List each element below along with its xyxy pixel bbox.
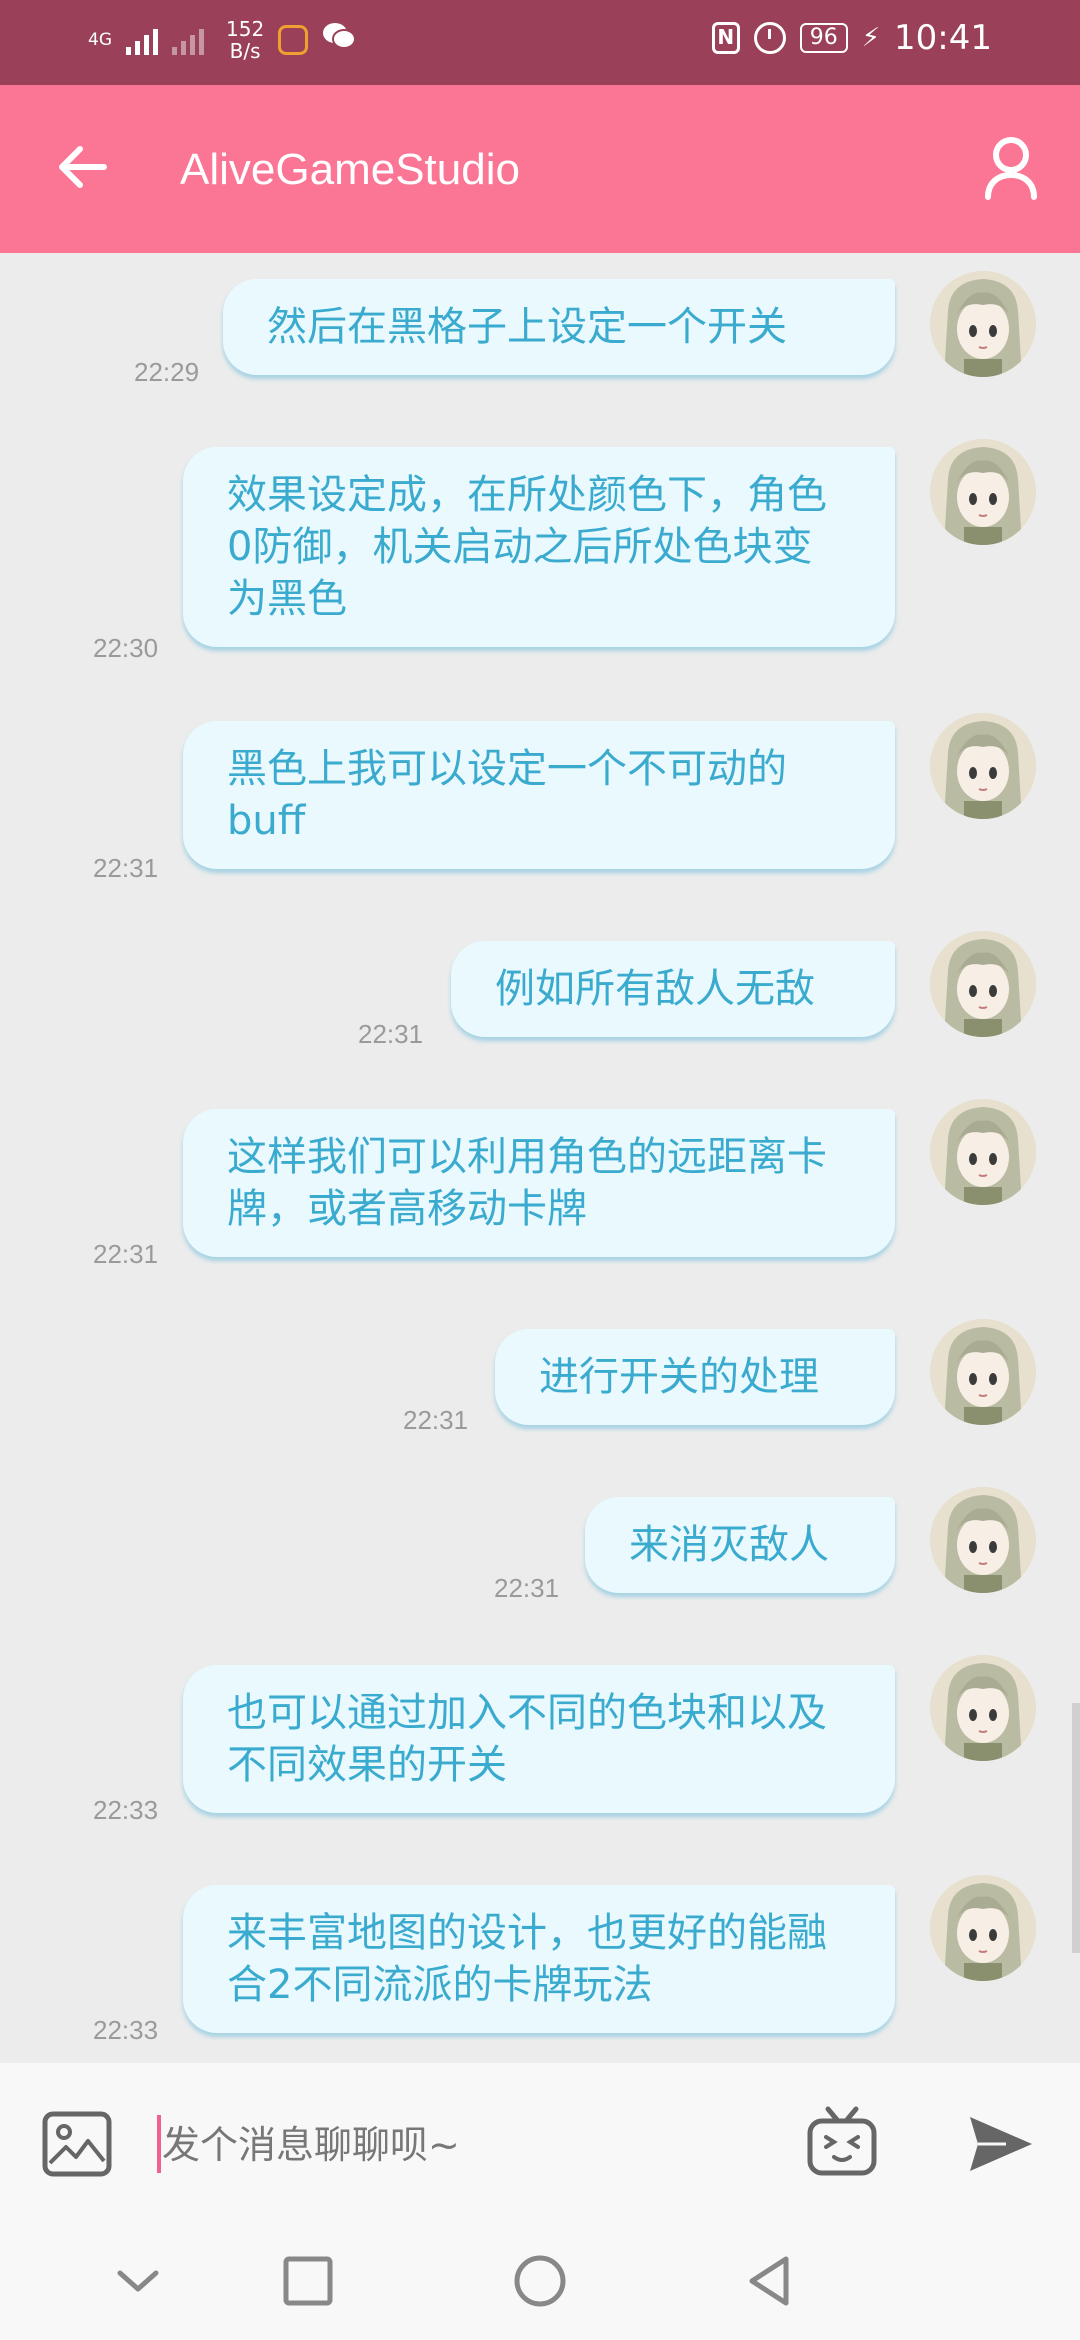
message-bubble[interactable]: 进行开关的处理 bbox=[495, 1329, 895, 1425]
message-time: 22:31 bbox=[358, 1019, 424, 1049]
message-bubble[interactable]: 黑色上我可以设定一个不可动的buff bbox=[183, 721, 895, 869]
message-bubble[interactable]: 来消灭敌人 bbox=[585, 1497, 895, 1593]
message-bubble[interactable]: 效果设定成，在所处颜色下，角色0防御，机关启动之后所处色块变为黑色 bbox=[183, 447, 895, 647]
page-title: AliveGameStudio bbox=[180, 145, 520, 194]
user-avatar[interactable] bbox=[930, 1487, 1036, 1593]
charging-icon: ⚡ bbox=[861, 23, 881, 53]
send-icon[interactable] bbox=[968, 2115, 1034, 2173]
wechat-icon bbox=[322, 21, 357, 59]
user-avatar[interactable] bbox=[930, 1099, 1036, 1205]
image-picker-icon[interactable] bbox=[42, 2111, 112, 2177]
app-bar: AliveGameStudio bbox=[0, 85, 1080, 253]
back-triangle-icon[interactable] bbox=[742, 2253, 798, 2309]
message-time: 22:31 bbox=[93, 1239, 159, 1269]
chat-scrollbar[interactable] bbox=[1072, 1703, 1080, 1953]
signal-sim2-icon bbox=[172, 25, 204, 55]
status-bar: 4G 152 B/s N 96 ⚡ 10:41 bbox=[0, 0, 1080, 85]
home-icon[interactable] bbox=[512, 2253, 568, 2309]
nfc-icon: N bbox=[711, 22, 740, 54]
message-time: 22:31 bbox=[494, 1573, 560, 1603]
message-input[interactable] bbox=[160, 2115, 784, 2175]
network-type: 4G bbox=[88, 31, 112, 49]
network-speed-value: 152 bbox=[226, 17, 265, 41]
message-time: 22:30 bbox=[93, 633, 159, 663]
message-time: 22:33 bbox=[93, 1795, 159, 1825]
user-avatar[interactable] bbox=[930, 439, 1036, 545]
message-bubble[interactable]: 来丰富地图的设计，也更好的能融合2不同流派的卡牌玩法 bbox=[183, 1885, 895, 2033]
message-time: 22:29 bbox=[134, 357, 200, 387]
message-time: 22:33 bbox=[93, 2015, 159, 2045]
user-avatar[interactable] bbox=[930, 713, 1036, 819]
network-speed-unit: B/s bbox=[229, 39, 261, 63]
signal-strength-icon bbox=[126, 25, 158, 55]
system-navigation-bar bbox=[0, 2223, 1080, 2340]
message-input-bar bbox=[0, 2063, 1080, 2223]
network-type-label: 4G bbox=[88, 30, 112, 50]
message-time: 22:31 bbox=[93, 853, 159, 883]
message-bubble[interactable]: 也可以通过加入不同的色块和以及不同效果的开关 bbox=[183, 1665, 895, 1813]
status-time: 10:41 bbox=[894, 18, 992, 58]
message-bubble[interactable]: 这样我们可以利用角色的远距离卡牌，或者高移动卡牌 bbox=[183, 1109, 895, 1257]
user-avatar[interactable] bbox=[930, 1319, 1036, 1425]
battery-icon: 96 bbox=[799, 23, 848, 53]
app-notification-icon bbox=[278, 25, 309, 55]
message-bubble[interactable]: 然后在黑格子上设定一个开关 bbox=[223, 279, 895, 375]
user-avatar[interactable] bbox=[930, 931, 1036, 1037]
status-right: N 96 ⚡ 10:41 bbox=[711, 18, 992, 58]
network-speed: 152 B/s bbox=[226, 18, 264, 62]
chevron-down-icon[interactable] bbox=[110, 2253, 166, 2309]
alarm-icon bbox=[753, 22, 786, 54]
user-avatar[interactable] bbox=[930, 1655, 1036, 1761]
message-time: 22:31 bbox=[403, 1405, 469, 1435]
back-arrow-icon[interactable] bbox=[56, 141, 108, 193]
recent-apps-icon[interactable] bbox=[280, 2253, 336, 2309]
user-avatar[interactable] bbox=[930, 1875, 1036, 1981]
user-profile-icon[interactable] bbox=[982, 135, 1040, 201]
emoji-tv-icon[interactable] bbox=[806, 2105, 878, 2177]
message-bubble[interactable]: 例如所有敌人无敌 bbox=[451, 941, 895, 1037]
user-avatar[interactable] bbox=[930, 271, 1036, 377]
chat-message-list[interactable]: 然后在黑格子上设定一个开关 22:29 效果设定成，在所处颜色下，角色0防御，机… bbox=[0, 253, 1080, 2063]
status-left: 4G 152 B/s bbox=[88, 18, 357, 62]
